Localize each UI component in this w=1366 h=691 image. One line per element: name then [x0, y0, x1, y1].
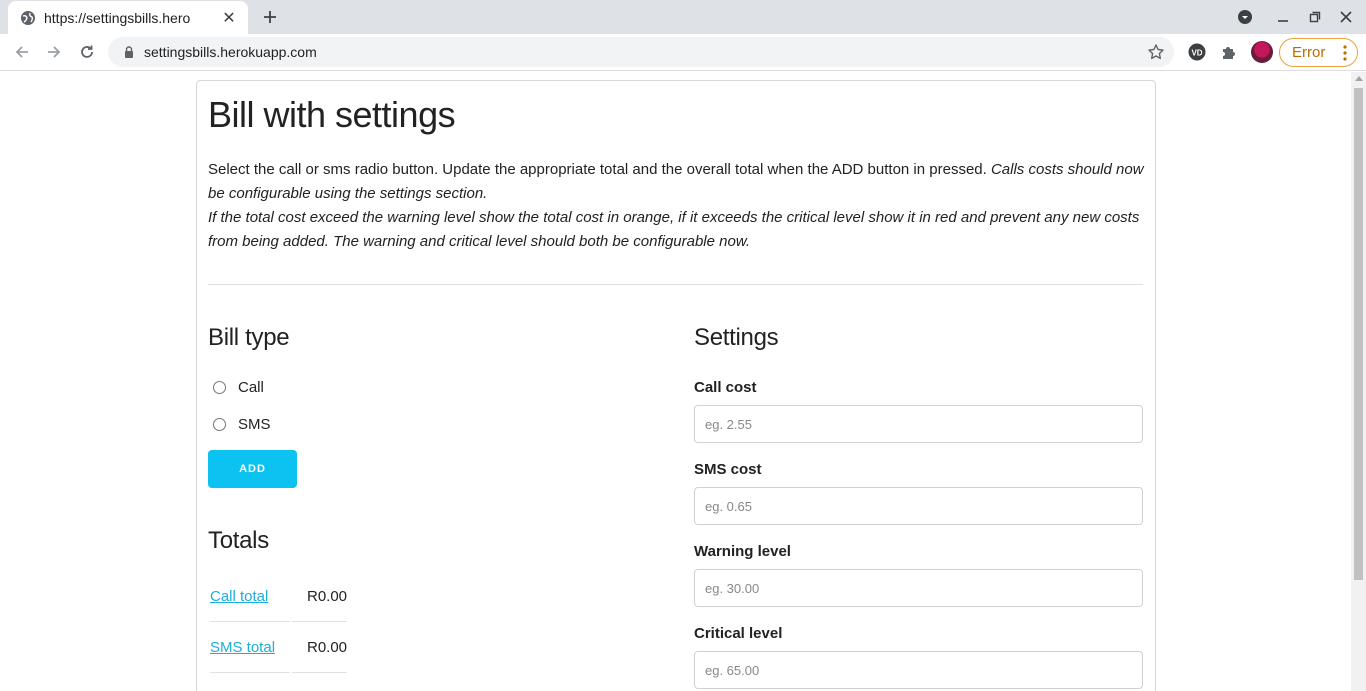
bookmark-star-icon[interactable]: [1147, 43, 1165, 61]
lock-icon: [122, 45, 136, 59]
reload-icon: [81, 45, 93, 58]
bill-type-heading: Bill type: [208, 324, 290, 351]
sms-radio-button[interactable]: [213, 418, 226, 431]
critical-level-label: Critical level: [694, 625, 783, 642]
globe-icon: [20, 10, 36, 26]
totals-heading: Totals: [208, 527, 269, 554]
plus-icon: [264, 11, 276, 23]
url-text: settingsbills.herokuapp.com: [144, 44, 317, 60]
arrow-right-icon: [48, 46, 61, 58]
call-cost-label: Call cost: [694, 379, 757, 396]
row-divider: [210, 621, 290, 622]
sms-cost-label: SMS cost: [694, 461, 762, 478]
radio-sms[interactable]: SMS: [213, 416, 271, 433]
add-button[interactable]: ADD: [208, 450, 297, 488]
back-button[interactable]: [12, 42, 32, 62]
tab-search-button[interactable]: [1236, 8, 1254, 26]
table-row: SMS total R0.00: [208, 631, 348, 682]
call-radio-label[interactable]: Call: [238, 379, 264, 396]
minimize-icon: [1278, 20, 1288, 22]
restore-button[interactable]: [1306, 8, 1324, 26]
reload-button[interactable]: [77, 42, 97, 62]
divider: [208, 284, 1143, 285]
error-menu-button[interactable]: Error: [1279, 38, 1358, 67]
minimize-button[interactable]: [1274, 8, 1292, 26]
radio-call[interactable]: Call: [213, 379, 264, 396]
sms-total-link[interactable]: SMS total: [210, 639, 275, 656]
close-window-button[interactable]: [1337, 8, 1355, 26]
browser-tab[interactable]: https://settingsbills.hero ✕: [8, 1, 248, 34]
extensions-puzzle-icon[interactable]: [1219, 42, 1239, 62]
close-icon: [1340, 11, 1352, 23]
page-scrollbar[interactable]: [1351, 72, 1366, 691]
sms-cost-input[interactable]: [694, 487, 1143, 525]
profile-avatar[interactable]: [1251, 41, 1273, 63]
browser-tabstrip: https://settingsbills.hero ✕: [0, 0, 1366, 34]
sms-radio-label[interactable]: SMS: [238, 416, 271, 433]
chevron-down-circle-icon: [1238, 10, 1252, 24]
settings-heading: Settings: [694, 324, 779, 351]
totals-table: Call total R0.00 SMS total R0.00: [208, 580, 348, 682]
arrow-left-icon: [15, 46, 28, 58]
more-vert-icon: [1343, 45, 1347, 61]
forward-button[interactable]: [44, 42, 64, 62]
vd-extension-icon[interactable]: VD: [1187, 42, 1207, 62]
row-divider: [292, 621, 347, 622]
table-row: Call total R0.00: [208, 580, 348, 631]
sms-total-value: R0.00: [307, 639, 348, 656]
tab-title: https://settingsbills.hero: [44, 9, 191, 26]
critical-level-input[interactable]: [694, 651, 1143, 689]
error-label: Error: [1292, 44, 1326, 61]
browser-toolbar: settingsbills.herokuapp.com VD Error: [0, 34, 1366, 71]
address-bar[interactable]: settingsbills.herokuapp.com: [108, 37, 1174, 67]
svg-text:VD: VD: [1191, 49, 1202, 58]
row-divider: [210, 672, 290, 673]
restore-icon: [1309, 11, 1321, 23]
page-viewport: Bill with settings Select the call or sm…: [0, 72, 1366, 691]
call-total-link[interactable]: Call total: [210, 588, 268, 605]
scrollbar-thumb[interactable]: [1354, 88, 1363, 580]
close-tab-icon[interactable]: ✕: [220, 9, 238, 27]
call-total-value: R0.00: [307, 588, 348, 605]
intro-paragraph: Select the call or sms radio button. Upd…: [208, 158, 1148, 254]
call-radio-button[interactable]: [213, 381, 226, 394]
warning-level-label: Warning level: [694, 543, 791, 560]
row-divider: [292, 672, 347, 673]
page-title: Bill with settings: [208, 94, 456, 135]
new-tab-button[interactable]: [258, 6, 282, 28]
call-cost-input[interactable]: [694, 405, 1143, 443]
intro-italic-2: If the total cost exceed the warning lev…: [208, 209, 1140, 250]
scroll-up-arrow-icon[interactable]: [1355, 76, 1363, 81]
warning-level-input[interactable]: [694, 569, 1143, 607]
intro-plain: Select the call or sms radio button. Upd…: [208, 161, 991, 178]
